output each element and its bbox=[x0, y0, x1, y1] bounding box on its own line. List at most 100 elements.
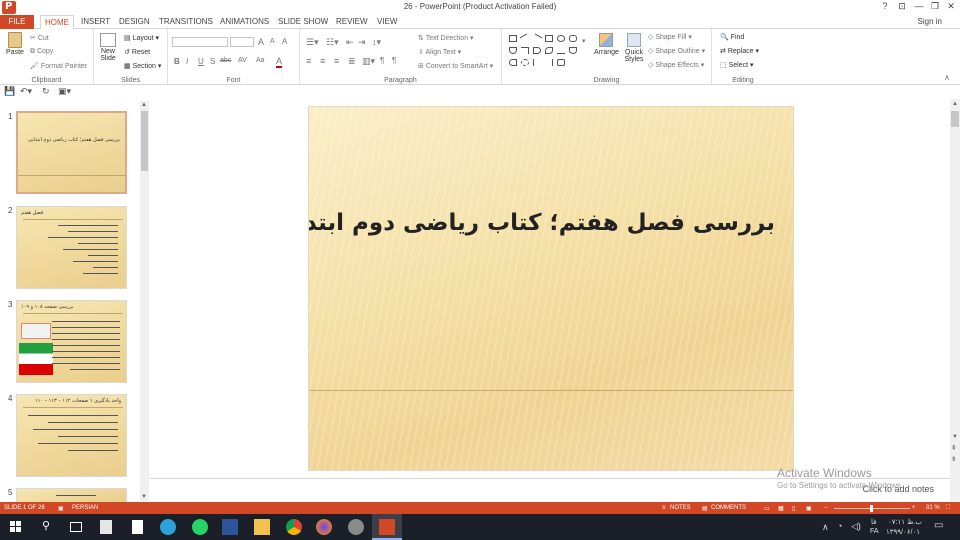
windows-start-icon[interactable] bbox=[8, 519, 24, 535]
clear-formatting-button[interactable]: A bbox=[282, 37, 287, 46]
notifications-icon[interactable]: ▭ bbox=[934, 520, 943, 531]
justify-icon[interactable]: ≣ bbox=[348, 56, 356, 67]
shape-fill-button[interactable]: ◇ Shape Fill ▾ bbox=[648, 33, 692, 41]
font-name-combo[interactable] bbox=[172, 37, 228, 47]
comments-button[interactable]: COMMENTS bbox=[711, 505, 746, 511]
next-slide-icon[interactable]: ⇟ bbox=[951, 455, 957, 463]
clock-time[interactable]: ۰۷:۱۱ ب.ظ bbox=[888, 518, 922, 526]
scroll-down-icon[interactable]: ▼ bbox=[952, 434, 958, 440]
tab-insert[interactable]: INSERT bbox=[81, 17, 110, 26]
paste-button[interactable]: Paste bbox=[4, 32, 26, 56]
replace-button[interactable]: ⇄ Replace ▾ bbox=[720, 47, 759, 55]
zoom-slider-handle[interactable] bbox=[870, 505, 873, 512]
normal-view-icon[interactable]: ▭ bbox=[764, 505, 770, 512]
copy-button[interactable]: ⧉ Copy bbox=[30, 48, 53, 56]
reset-button[interactable]: ↺ Reset bbox=[124, 48, 150, 56]
help-icon[interactable]: ? bbox=[878, 1, 892, 11]
shape-callout-icon[interactable] bbox=[557, 59, 565, 66]
zoom-in-icon[interactable]: + bbox=[912, 505, 916, 511]
comments-icon[interactable]: ▤ bbox=[702, 505, 708, 512]
shape-bracket-icon[interactable] bbox=[509, 59, 517, 66]
align-center-icon[interactable]: ≡ bbox=[320, 56, 325, 66]
section-button[interactable]: ▦ Section ▾ bbox=[124, 62, 161, 70]
zoom-level[interactable]: 81 % bbox=[926, 505, 940, 511]
keyboard-language-indicator[interactable]: فا bbox=[871, 518, 876, 526]
task-view-icon[interactable] bbox=[70, 522, 82, 532]
font-size-combo[interactable] bbox=[230, 37, 254, 47]
language-status[interactable]: PERSIAN bbox=[72, 505, 98, 511]
align-left-icon[interactable]: ≡ bbox=[306, 56, 311, 66]
shape-effects-button[interactable]: ◇ Shape Effects ▾ bbox=[648, 61, 704, 69]
shape-elbow-icon[interactable] bbox=[521, 47, 529, 54]
thumbnail-panel-scrollbar[interactable]: ▲ ▼ bbox=[140, 101, 149, 501]
rtl-direction-icon[interactable]: ¶ bbox=[392, 56, 396, 65]
notes-icon[interactable]: ≡ bbox=[662, 505, 666, 511]
slide-sorter-icon[interactable]: ▦ bbox=[778, 505, 784, 512]
tab-transitions[interactable]: TRANSITIONS bbox=[159, 17, 213, 26]
numbering-icon[interactable]: ☷▾ bbox=[326, 37, 339, 48]
tab-review[interactable]: REVIEW bbox=[336, 17, 368, 26]
scrollbar-thumb[interactable] bbox=[951, 111, 959, 127]
bold-button[interactable]: B bbox=[174, 57, 180, 66]
zoom-out-icon[interactable]: − bbox=[824, 505, 828, 511]
ribbon-display-options-icon[interactable]: ⊡ bbox=[895, 1, 909, 12]
file-explorer-icon[interactable] bbox=[254, 519, 270, 535]
shapes-more-icon[interactable]: ▾ bbox=[582, 37, 586, 45]
thumbnail-slide-1[interactable]: بررسی فصل هفتم؛ کتاب ریاضی دوم ابتدایی bbox=[16, 111, 127, 194]
undo-icon[interactable]: ↶▾ bbox=[20, 86, 32, 97]
tab-animations[interactable]: ANIMATIONS bbox=[220, 17, 269, 26]
collapse-ribbon-icon[interactable]: ∧ bbox=[944, 73, 950, 82]
word-icon[interactable] bbox=[222, 519, 238, 535]
decrease-indent-icon[interactable]: ⇤ bbox=[346, 37, 354, 48]
notes-button[interactable]: NOTES bbox=[670, 505, 691, 511]
scroll-down-icon[interactable]: ▼ bbox=[141, 494, 147, 500]
layout-button[interactable]: ▤ Layout ▾ bbox=[124, 34, 159, 42]
notepad-icon[interactable] bbox=[132, 520, 143, 534]
font-color-button[interactable]: A bbox=[276, 56, 283, 68]
shadow-button[interactable]: S bbox=[210, 57, 215, 66]
format-painter-button[interactable]: 🖌 Format Painter bbox=[30, 62, 87, 70]
thumbnail-slide-4[interactable]: واحد یادگیری ۱ صفحات ۱۱۲ – ۱۱۳ – ۱۱۰ bbox=[16, 394, 127, 477]
tab-view[interactable]: VIEW bbox=[377, 17, 397, 26]
shape-star-icon[interactable] bbox=[521, 59, 529, 66]
bullets-icon[interactable]: ☰▾ bbox=[306, 37, 319, 48]
shape-flow-icon[interactable] bbox=[545, 47, 553, 54]
thumbnail-slide-5[interactable] bbox=[16, 488, 127, 502]
shape-brace-icon[interactable] bbox=[533, 59, 541, 66]
spelling-icon[interactable]: ▣ bbox=[58, 505, 64, 512]
current-slide[interactable]: بررسی فصل هفتم؛ کتاب ریاضی دوم ابتدایی bbox=[308, 106, 794, 471]
search-icon[interactable]: ⚲ bbox=[38, 519, 54, 535]
line-spacing-icon[interactable]: ↕▾ bbox=[372, 37, 381, 48]
quick-styles-button[interactable]: Quick Styles bbox=[622, 33, 646, 63]
minimize-button[interactable]: — bbox=[912, 1, 926, 11]
shape-freeform-icon[interactable] bbox=[569, 47, 577, 54]
keyboard-language-code[interactable]: FA bbox=[870, 528, 879, 535]
close-button[interactable]: ✕ bbox=[944, 1, 958, 12]
volume-icon[interactable]: ◁) bbox=[851, 521, 861, 532]
find-button[interactable]: 🔍 Find bbox=[720, 33, 744, 41]
shape-brace2-icon[interactable] bbox=[545, 59, 553, 66]
shape-rounded-rect-icon[interactable] bbox=[569, 35, 577, 42]
shape-textbox-icon[interactable] bbox=[509, 35, 517, 42]
change-case-button[interactable]: Aa bbox=[256, 57, 265, 64]
scroll-up-icon[interactable]: ▲ bbox=[952, 101, 958, 107]
italic-button[interactable]: I bbox=[186, 57, 188, 66]
restore-button[interactable]: ❐ bbox=[928, 1, 942, 12]
tab-home[interactable]: HOME bbox=[40, 15, 74, 30]
tray-chevron-icon[interactable]: ∧ bbox=[822, 522, 829, 533]
shape-outline-button[interactable]: ◇ Shape Outline ▾ bbox=[648, 47, 705, 55]
align-right-icon[interactable]: ≡ bbox=[334, 56, 339, 66]
chrome-icon[interactable] bbox=[286, 519, 302, 535]
cut-button[interactable]: ✂ Cut bbox=[30, 34, 49, 42]
redo-icon[interactable]: ↻ bbox=[42, 86, 50, 97]
select-button[interactable]: ⬚ Select ▾ bbox=[720, 61, 754, 69]
strikethrough-button[interactable]: abc bbox=[220, 57, 231, 64]
previous-slide-icon[interactable]: ⇞ bbox=[951, 444, 957, 452]
firefox-icon[interactable] bbox=[316, 519, 332, 535]
slideshow-view-icon[interactable]: ▣ bbox=[806, 505, 812, 512]
shrink-font-button[interactable]: A bbox=[270, 38, 275, 45]
shape-triangle-icon[interactable] bbox=[509, 47, 517, 54]
telegram-icon[interactable] bbox=[160, 519, 176, 535]
arrange-button[interactable]: Arrange bbox=[594, 33, 619, 56]
shape-curve-icon[interactable] bbox=[557, 47, 565, 54]
